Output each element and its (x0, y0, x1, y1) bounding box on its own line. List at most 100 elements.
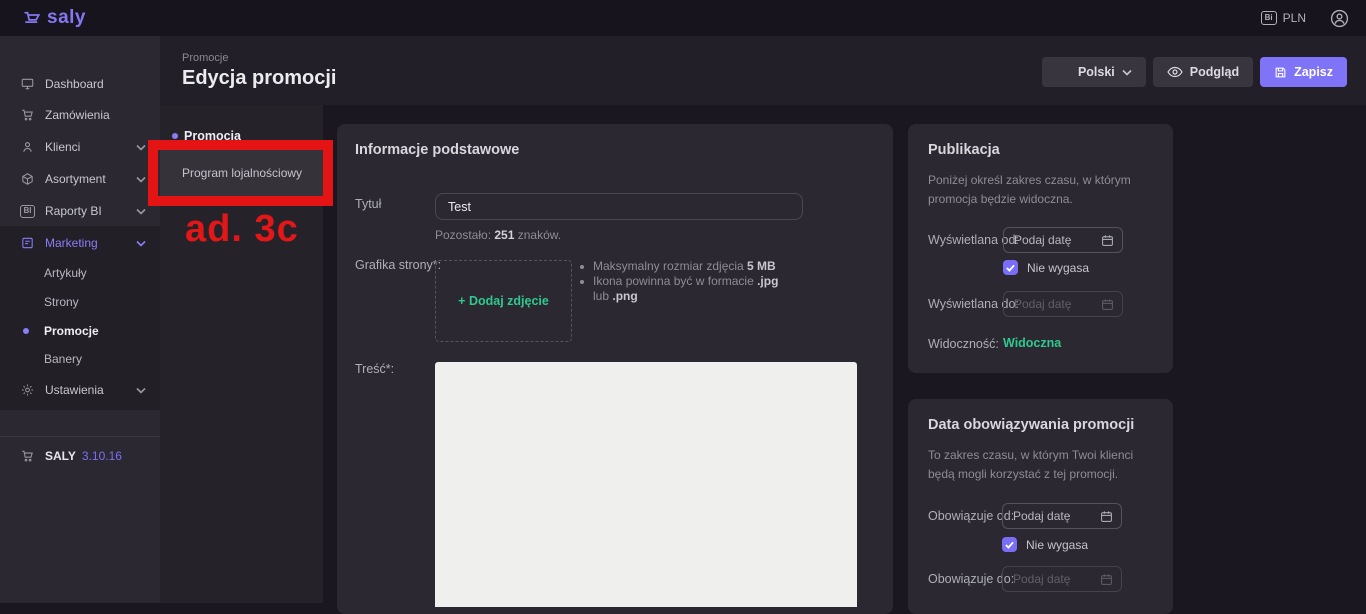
chevron-down-icon (1122, 69, 1132, 76)
card-title: Publikacja (928, 142, 1000, 158)
chevron-down-icon (136, 387, 146, 394)
account-avatar-icon[interactable] (1330, 9, 1349, 28)
no-expiry-row: Nie wygasa (1003, 260, 1089, 275)
date-input-field[interactable] (1014, 233, 1101, 247)
basic-info-card: Informacje podstawowe Tytuł Pozostało: 2… (337, 124, 893, 614)
sidebar-item-ustawienia[interactable]: Ustawienia (0, 374, 160, 406)
person-icon (20, 140, 36, 154)
visibility-label: Widoczność: (928, 337, 999, 351)
sidebar-divider (0, 436, 160, 437)
sidebar-item-promocje[interactable]: Promocje (0, 316, 160, 345)
sidebar-item-marketing[interactable]: Marketing (0, 227, 160, 259)
language-button[interactable]: Polski (1042, 57, 1146, 87)
calendar-icon (1100, 573, 1113, 586)
annotation-text: ad. 3c (185, 208, 299, 251)
calendar-icon[interactable] (1100, 510, 1113, 523)
valid-from-date-input[interactable] (1002, 503, 1122, 529)
sidebar-item-strony[interactable]: Strony (0, 287, 160, 316)
topbar: saly Bi PLN (0, 0, 1366, 36)
sidebar-item-label: Zamówienia (45, 108, 110, 122)
no-expiry-label: Nie wygasa (1026, 538, 1088, 552)
currency-icon: Bi (1261, 11, 1277, 25)
check-icon (1005, 541, 1014, 549)
sidebar-item-label: Klienci (45, 140, 80, 154)
sidebar-item-raporty-bi[interactable]: BI Raporty BI (0, 195, 160, 227)
currency-selector[interactable]: Bi PLN (1261, 11, 1306, 25)
add-image-button[interactable]: + Dodaj zdjęcie (458, 294, 549, 308)
sidebar-footer: SALY 3.10.16 (0, 440, 160, 472)
currency-label: PLN (1283, 11, 1306, 25)
chars-remaining: Pozostało: 251 znaków. (435, 226, 561, 245)
content-label: Treść*: (355, 362, 394, 376)
card-description: Poniżej określ zakres czasu, w którym pr… (928, 171, 1158, 208)
card-description: To zakres czasu, w którym Twoi klienci b… (928, 446, 1160, 483)
sidebar-item-asortyment[interactable]: Asortyment (0, 163, 160, 195)
sidebar-item-zamowienia[interactable]: Zamówienia (0, 99, 160, 131)
chevron-down-icon (136, 240, 146, 247)
bullet-text: Ikona powinna być w formacie (593, 274, 757, 288)
cart-icon (20, 449, 36, 463)
poland-flag-icon (1056, 65, 1071, 80)
chevron-down-icon (136, 208, 146, 215)
chars-prefix: Pozostało: (435, 228, 494, 242)
gear-icon (20, 383, 36, 397)
promo-subnav: Promocja Program lojalnościowy (160, 105, 323, 603)
sidebar-item-label: Ustawienia (45, 383, 104, 397)
sidebar-item-dashboard[interactable]: Dashboard (0, 68, 160, 100)
sidebar-item-label: Raporty BI (45, 204, 102, 218)
subnav-item-program-lojalnosciowy[interactable]: Program lojalnościowy (160, 150, 323, 196)
content-editor[interactable] (435, 362, 857, 607)
upload-requirements: Maksymalny rozmiar zdjęcia 5 MB Ikona po… (580, 259, 870, 304)
calendar-icon[interactable] (1101, 234, 1114, 247)
sidebar: Dashboard Zamówienia Klienci Asortyment … (0, 36, 160, 603)
date-input-field[interactable] (1013, 572, 1100, 586)
subnav-item-promocja[interactable]: Promocja (160, 123, 323, 149)
save-button-label: Zapisz (1294, 65, 1333, 79)
brand-logo[interactable]: saly (22, 7, 86, 29)
eye-icon (1167, 66, 1183, 78)
cart-logo-icon (22, 9, 42, 27)
no-expiry-label: Nie wygasa (1027, 261, 1089, 275)
preview-button-label: Podgląd (1190, 65, 1239, 79)
brand-name: saly (47, 7, 86, 29)
page-title: Edycja promocji (182, 67, 337, 90)
title-input[interactable] (435, 193, 803, 220)
app-version: 3.10.16 (82, 449, 122, 463)
title-label: Tytuł (355, 197, 381, 211)
sidebar-item-label: Dashboard (45, 77, 104, 91)
sidebar-item-label: Asortyment (45, 172, 106, 186)
visibility-value: Widoczna (1003, 336, 1061, 350)
breadcrumb: Promocje (182, 52, 228, 64)
bullet-text: Maksymalny rozmiar zdjęcia (593, 259, 747, 273)
sidebar-item-artykuly[interactable]: Artykuły (0, 258, 160, 287)
monitor-icon (20, 77, 36, 91)
language-button-label: Polski (1078, 65, 1115, 79)
valid-to-date-input[interactable] (1002, 566, 1122, 592)
no-expiry-checkbox-checked[interactable] (1003, 260, 1018, 275)
bullet-text: lub (593, 289, 612, 303)
active-dot (23, 328, 29, 334)
displayed-to-date-input[interactable] (1003, 291, 1123, 317)
publication-card: Publikacja Poniżej określ zakres czasu, … (908, 124, 1173, 373)
image-upload-dropzone[interactable]: + Dodaj zdjęcie (435, 260, 572, 342)
sidebar-item-banery[interactable]: Banery (0, 344, 160, 373)
check-icon (1006, 264, 1015, 272)
sidebar-subitem-label: Artykuły (44, 266, 87, 280)
bullet-icon (580, 280, 584, 284)
preview-button[interactable]: Podgląd (1153, 57, 1253, 87)
date-input-field[interactable] (1014, 297, 1101, 311)
cart-icon (20, 108, 36, 122)
displayed-from-date-input[interactable] (1003, 227, 1123, 253)
sidebar-item-klienci[interactable]: Klienci (0, 131, 160, 163)
card-title: Data obowiązywania promocji (928, 417, 1134, 433)
save-button[interactable]: Zapisz (1260, 57, 1347, 87)
no-expiry-row: Nie wygasa (1002, 537, 1088, 552)
marketing-icon (20, 236, 36, 250)
bullet-bold: 5 MB (747, 259, 776, 273)
date-input-field[interactable] (1013, 509, 1100, 523)
subnav-item-label: Program lojalnościowy (182, 166, 302, 180)
active-dot (172, 133, 178, 139)
no-expiry-checkbox-checked[interactable] (1002, 537, 1017, 552)
sidebar-subitem-label: Banery (44, 352, 82, 366)
chevron-down-icon (136, 176, 146, 183)
